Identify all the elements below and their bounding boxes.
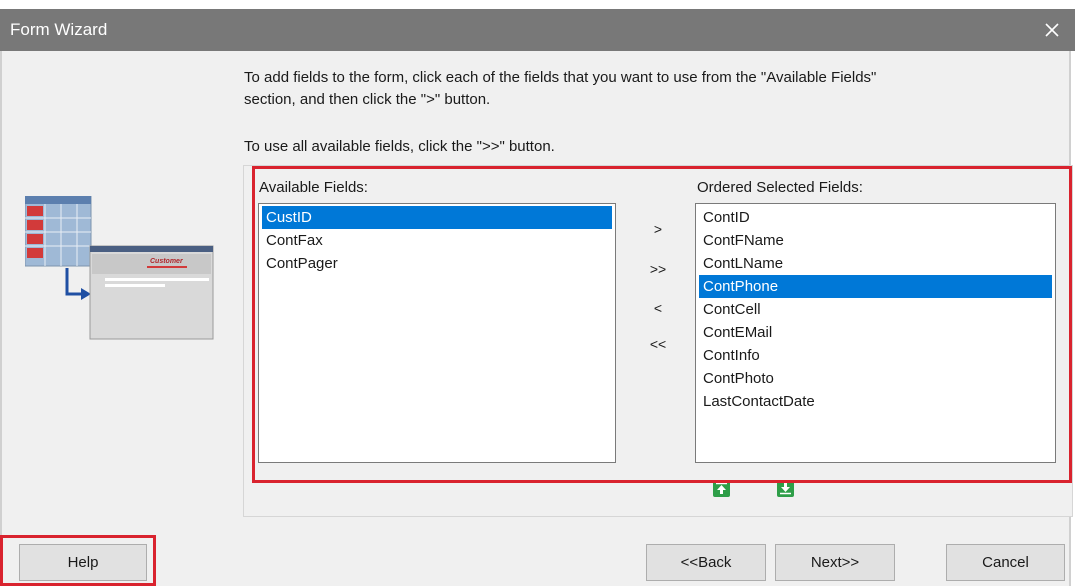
arrow-down-icon bbox=[780, 483, 791, 495]
available-field-item[interactable]: ContFax bbox=[262, 229, 612, 252]
back-button[interactable]: <<Back bbox=[646, 544, 766, 581]
available-field-item[interactable]: ContPager bbox=[262, 252, 612, 275]
add-field-button[interactable]: > bbox=[630, 215, 686, 243]
selected-field-item[interactable]: ContFName bbox=[699, 229, 1052, 252]
selected-field-item[interactable]: ContInfo bbox=[699, 344, 1052, 367]
move-down-button[interactable] bbox=[777, 480, 794, 497]
remove-all-fields-button[interactable]: << bbox=[630, 330, 686, 358]
preview-caption: Customer bbox=[150, 258, 184, 265]
selected-field-item[interactable]: ContID bbox=[699, 206, 1052, 229]
available-fields-list[interactable]: CustID ContFax ContPager bbox=[258, 203, 616, 463]
instruction-line-3: To use all available fields, click the "… bbox=[244, 138, 555, 155]
selected-field-item[interactable]: ContPhone bbox=[699, 275, 1052, 298]
selected-field-item[interactable]: ContEMail bbox=[699, 321, 1052, 344]
selected-field-item[interactable]: ContPhoto bbox=[699, 367, 1052, 390]
title-bar: Form Wizard bbox=[0, 9, 1075, 51]
selected-fields-items: ContID ContFName ContLName ContPhone Con… bbox=[696, 204, 1055, 413]
available-field-item[interactable]: CustID bbox=[262, 206, 612, 229]
wizard-illustration: Customer bbox=[24, 195, 215, 341]
selected-fields-label: Ordered Selected Fields: bbox=[697, 179, 863, 196]
remove-field-button[interactable]: < bbox=[630, 294, 686, 322]
window-title: Form Wizard bbox=[10, 20, 108, 39]
instruction-line-2: section, and then click the ">" button. bbox=[244, 91, 491, 108]
ordered-selected-fields-list[interactable]: ContID ContFName ContLName ContPhone Con… bbox=[695, 203, 1056, 463]
move-up-button[interactable] bbox=[713, 480, 730, 497]
cancel-button[interactable]: Cancel bbox=[946, 544, 1065, 581]
available-fields-label: Available Fields: bbox=[259, 179, 368, 196]
selected-field-item[interactable]: LastContactDate bbox=[699, 390, 1052, 413]
selected-field-item[interactable]: ContLName bbox=[699, 252, 1052, 275]
close-button[interactable] bbox=[1029, 9, 1075, 51]
available-fields-items: CustID ContFax ContPager bbox=[259, 204, 615, 275]
arrow-up-icon bbox=[716, 482, 727, 494]
next-button[interactable]: Next>> bbox=[775, 544, 895, 581]
instruction-line-1: To add fields to the form, click each of… bbox=[244, 69, 877, 86]
add-all-fields-button[interactable]: >> bbox=[630, 255, 686, 283]
close-icon bbox=[1045, 23, 1059, 37]
help-button[interactable]: Help bbox=[19, 544, 147, 581]
selected-field-item[interactable]: ContCell bbox=[699, 298, 1052, 321]
